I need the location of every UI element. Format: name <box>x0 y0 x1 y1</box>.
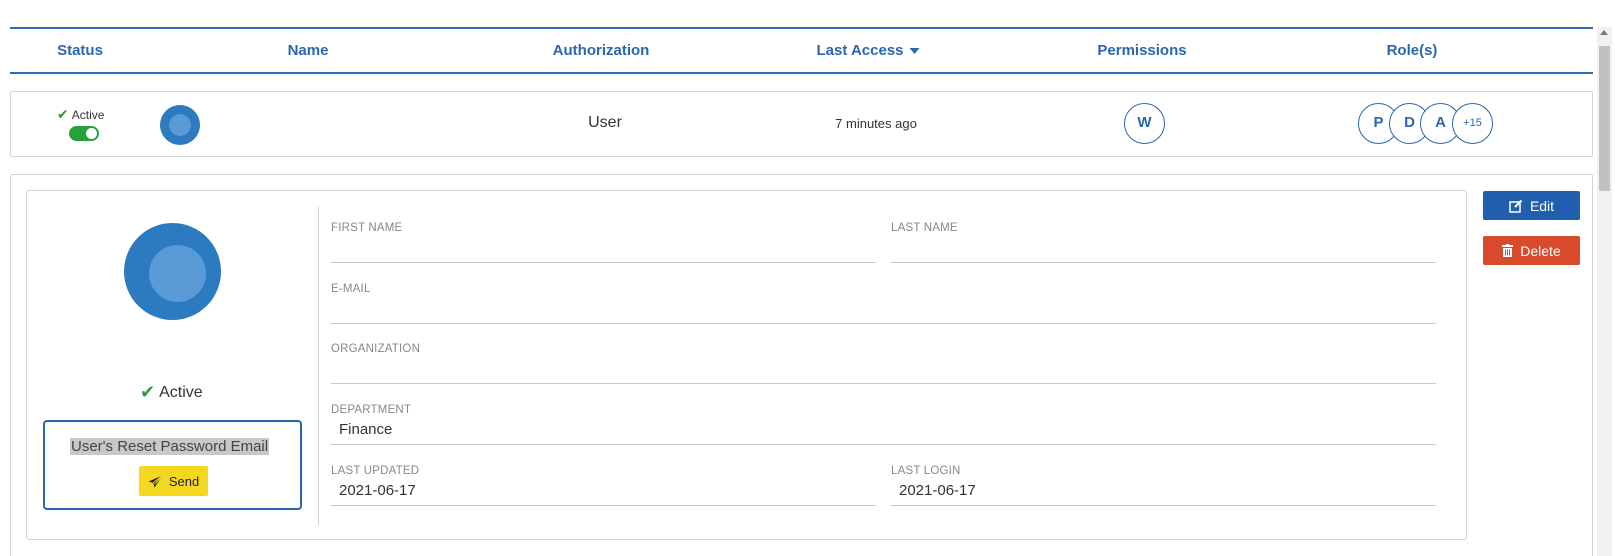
first-name-field[interactable]: FIRST NAME <box>331 222 876 263</box>
email-label: E-MAIL <box>331 283 371 295</box>
department-value: Finance <box>339 421 393 438</box>
check-icon: ✔ <box>57 106 69 122</box>
toggle-knob <box>86 128 97 139</box>
last-login-label: LAST LOGIN <box>891 465 961 477</box>
avatar-large <box>124 223 221 320</box>
column-header-authorization[interactable]: Authorization <box>553 29 650 72</box>
email-field[interactable]: E-MAIL <box>331 283 1436 324</box>
last-name-field[interactable]: LAST NAME <box>891 222 1436 263</box>
active-toggle[interactable] <box>69 126 99 141</box>
edit-icon <box>1509 199 1523 213</box>
status-label: Active <box>71 107 105 122</box>
status-cell: ✔ Active <box>57 106 117 141</box>
permission-badge-w[interactable]: W <box>1124 103 1165 144</box>
column-header-permissions[interactable]: Permissions <box>1097 29 1186 72</box>
send-button[interactable]: Send <box>139 466 208 496</box>
last-login-value: 2021-06-17 <box>899 482 976 499</box>
last-updated-value: 2021-06-17 <box>339 482 416 499</box>
delete-button[interactable]: Delete <box>1483 236 1580 265</box>
last-updated-field[interactable]: LAST UPDATED 2021-06-17 <box>331 465 876 506</box>
edit-label: Edit <box>1529 197 1555 214</box>
last-name-label: LAST NAME <box>891 222 958 234</box>
first-name-label: FIRST NAME <box>331 222 403 234</box>
column-header-status[interactable]: Status <box>57 29 103 72</box>
role-badge-more[interactable]: +15 <box>1452 103 1493 144</box>
department-field[interactable]: DEPARTMENT Finance <box>331 404 1436 445</box>
column-header-last-access-label: Last Access <box>816 42 904 59</box>
caret-down-icon <box>909 48 920 55</box>
column-header-name[interactable]: Name <box>288 29 329 72</box>
send-label: Send <box>168 473 200 489</box>
reset-password-label: User's Reset Password Email <box>70 438 270 455</box>
last-login-field[interactable]: LAST LOGIN 2021-06-17 <box>891 465 1436 506</box>
table-header: Status Name Authorization Last Access Pe… <box>10 27 1593 74</box>
column-header-last-access[interactable]: Last Access <box>817 29 920 72</box>
avatar <box>160 105 200 145</box>
organization-label: ORGANIZATION <box>331 343 421 355</box>
table-row[interactable]: ✔ Active User 7 minutes ago W P D A +15 <box>10 91 1593 157</box>
column-header-roles[interactable]: Role(s) <box>1387 29 1438 72</box>
scroll-up-arrow-icon[interactable] <box>1600 30 1608 35</box>
scrollbar-thumb[interactable] <box>1599 46 1610 191</box>
detail-status: ✔ Active <box>140 382 203 403</box>
check-icon: ✔ <box>140 382 156 402</box>
department-label: DEPARTMENT <box>331 404 412 416</box>
organization-field[interactable]: ORGANIZATION <box>331 343 1436 384</box>
authorization-cell: User <box>588 114 622 131</box>
trash-icon <box>1502 244 1514 257</box>
detail-status-label: Active <box>159 383 203 401</box>
paper-plane-icon <box>148 474 163 488</box>
edit-button[interactable]: Edit <box>1483 191 1580 220</box>
last-access-cell: 7 minutes ago <box>835 116 917 131</box>
vertical-divider <box>318 207 319 525</box>
last-updated-label: LAST UPDATED <box>331 465 420 477</box>
reset-password-box: User's Reset Password Email Send <box>43 420 302 510</box>
delete-label: Delete <box>1520 242 1561 259</box>
